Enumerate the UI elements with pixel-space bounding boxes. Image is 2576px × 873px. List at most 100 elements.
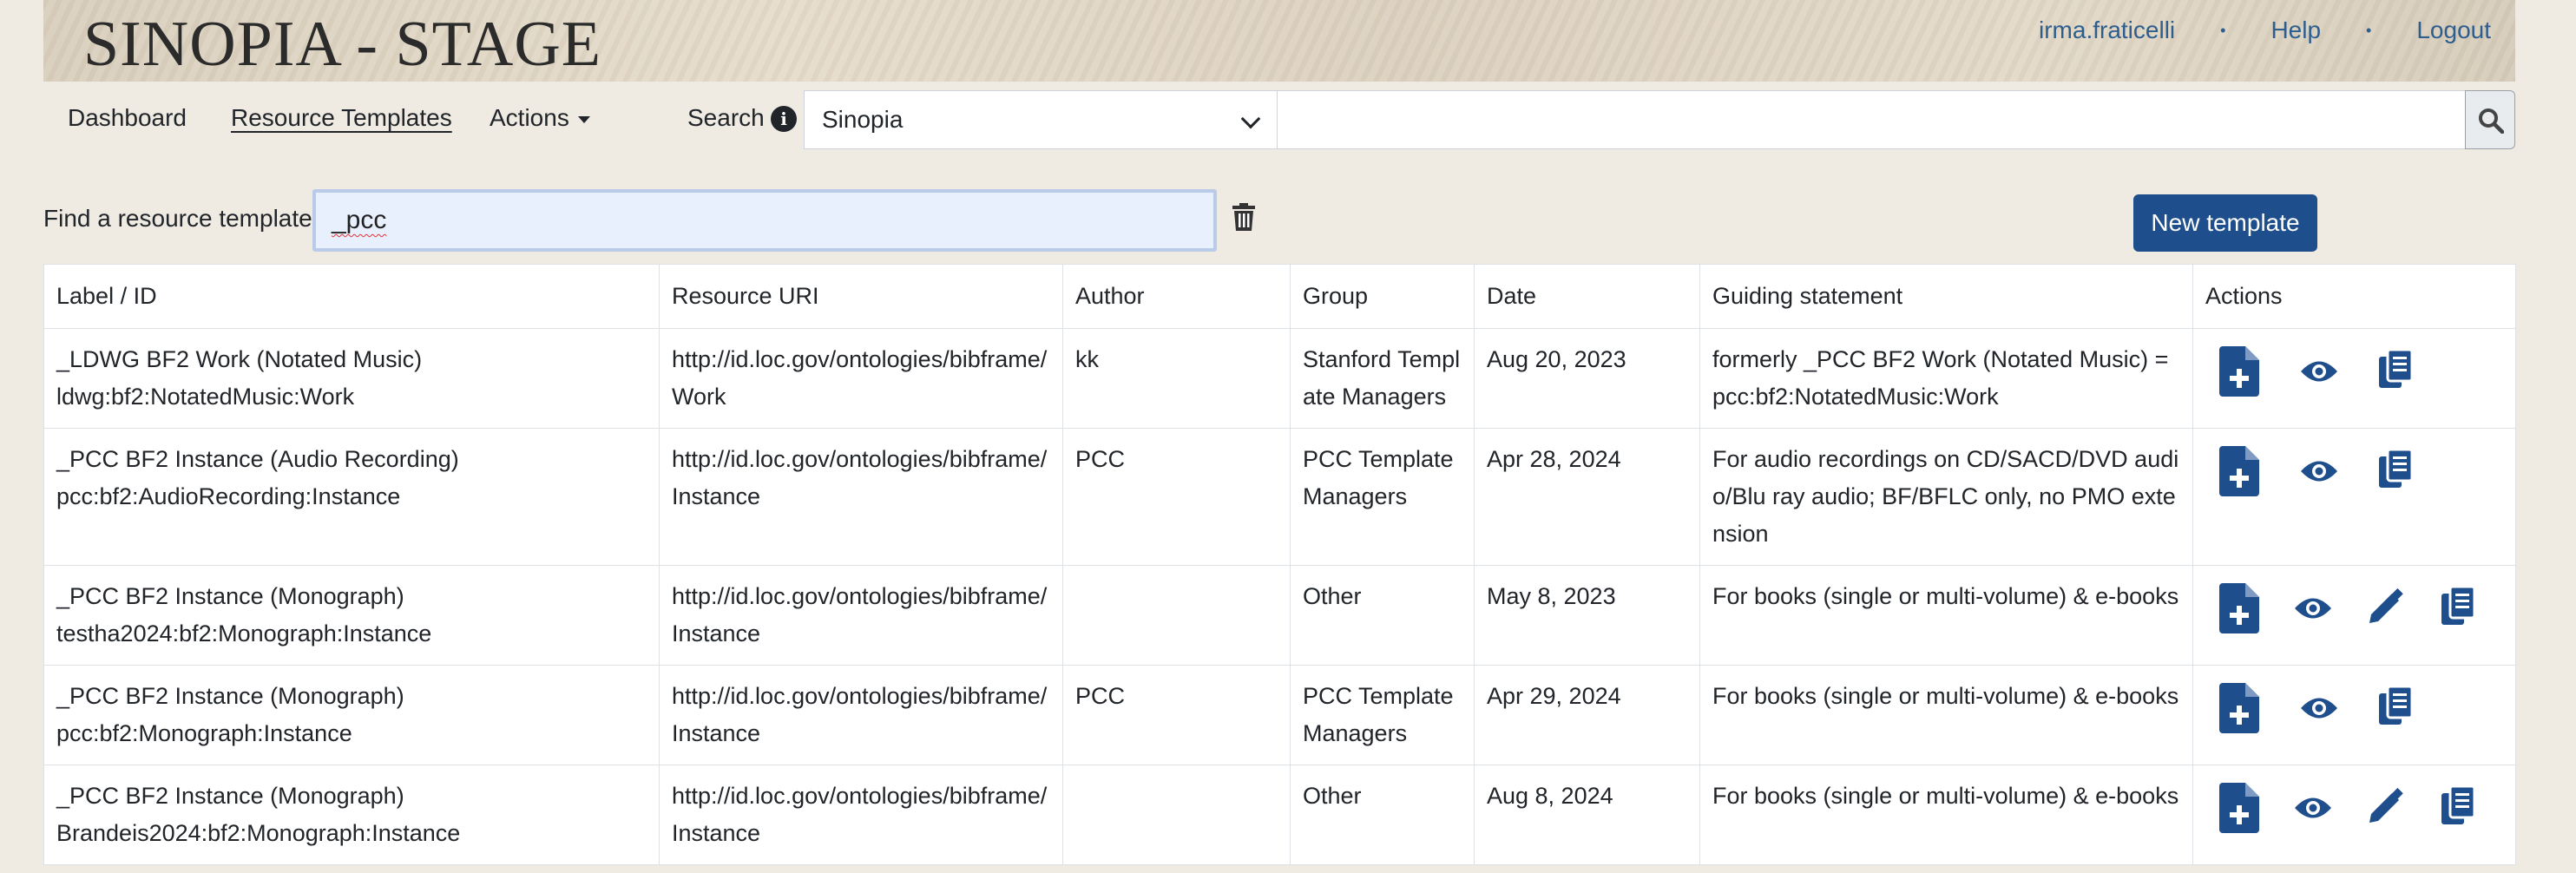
- find-template-label: Find a resource template: [43, 205, 312, 232]
- copy-template-button[interactable]: [2379, 674, 2459, 735]
- author-cell: kk: [1062, 328, 1291, 429]
- eye-icon: [2301, 361, 2337, 382]
- actions-cell: [2192, 428, 2516, 566]
- template-label: _PCC BF2 Instance (Monograph): [56, 683, 404, 709]
- nav-dashboard[interactable]: Dashboard: [68, 104, 187, 132]
- caret-down-icon: [577, 115, 590, 123]
- copy-icon: [2379, 350, 2412, 388]
- new-resource-button[interactable]: [2219, 574, 2293, 635]
- new-resource-button[interactable]: [2219, 338, 2299, 398]
- group-cell: Other: [1290, 565, 1475, 666]
- row-actions: [2193, 566, 2515, 644]
- row-actions: [2193, 429, 2515, 507]
- column-header[interactable]: Label / ID: [43, 264, 660, 329]
- new-resource-button[interactable]: [2219, 774, 2293, 835]
- user-links: irma.fraticelli • Help • Logout: [2039, 0, 2491, 61]
- view-template-button[interactable]: [2299, 338, 2379, 398]
- view-template-button[interactable]: [2299, 437, 2379, 498]
- date-cell: Apr 29, 2024: [1474, 665, 1700, 765]
- logout-link[interactable]: Logout: [2416, 16, 2491, 44]
- find-template-input[interactable]: _pcc: [312, 189, 1217, 252]
- search-icon: [2479, 108, 2504, 134]
- copy-template-button[interactable]: [2379, 437, 2459, 498]
- column-header[interactable]: Resource URI: [659, 264, 1063, 329]
- info-icon[interactable]: i: [771, 106, 797, 132]
- site-title: SINOPIA - STAGE: [83, 9, 601, 80]
- column-header[interactable]: Date: [1474, 264, 1700, 329]
- actions-cell: [2192, 665, 2516, 765]
- page: SINOPIA - STAGE irma.fraticelli • Help •…: [43, 0, 2516, 865]
- guiding-statement-cell: For books (single or multi-volume) & e-b…: [1699, 665, 2193, 765]
- copy-icon: [2441, 587, 2474, 625]
- template-id: pcc:bf2:Monograph:Instance: [56, 720, 352, 746]
- clear-search-button[interactable]: [1220, 189, 1271, 252]
- resource-uri-cell: http://id.loc.gov/ontologies/bibframe/Wo…: [659, 328, 1063, 429]
- nav-actions-dropdown[interactable]: Actions: [490, 104, 590, 132]
- view-template-button[interactable]: [2293, 774, 2367, 835]
- pencil-icon: [2369, 788, 2403, 823]
- main-nav: Dashboard Resource Templates Actions Sea…: [43, 82, 2515, 168]
- template-id: testha2024:bf2:Monograph:Instance: [56, 620, 432, 647]
- guiding-statement-cell: For books (single or multi-volume) & e-b…: [1699, 565, 2193, 666]
- author-cell: PCC: [1062, 428, 1291, 566]
- date-cell: May 8, 2023: [1474, 565, 1700, 666]
- eye-icon: [2295, 598, 2332, 619]
- search-scope-select[interactable]: Sinopia: [804, 90, 1277, 149]
- label-id-cell: _PCC BF2 Instance (Monograph) Brandeis202…: [43, 765, 660, 865]
- guiding-statement-cell: formerly _PCC BF2 Work (Notated Music) =…: [1699, 328, 2193, 429]
- new-resource-button[interactable]: [2219, 674, 2299, 735]
- help-link[interactable]: Help: [2270, 16, 2321, 44]
- search-input[interactable]: [1277, 90, 2466, 149]
- guiding-statement-cell: For books (single or multi-volume) & e-b…: [1699, 765, 2193, 865]
- file-plus-icon: [2219, 683, 2259, 733]
- file-plus-icon: [2219, 346, 2259, 397]
- view-template-button[interactable]: [2293, 574, 2367, 635]
- column-header[interactable]: Guiding statement: [1699, 264, 2193, 329]
- column-header[interactable]: Author: [1062, 264, 1291, 329]
- actions-cell: [2192, 765, 2516, 865]
- template-id: ldwg:bf2:NotatedMusic:Work: [56, 384, 355, 410]
- template-label: _PCC BF2 Instance (Audio Recording): [56, 446, 459, 472]
- column-header[interactable]: Group: [1290, 264, 1475, 329]
- trash-icon: [1232, 203, 1255, 231]
- copy-template-button[interactable]: [2441, 774, 2515, 835]
- file-plus-icon: [2219, 583, 2259, 633]
- guiding-statement-cell: For audio recordings on CD/SACD/DVD audi…: [1699, 428, 2193, 566]
- edit-template-button[interactable]: [2368, 774, 2441, 835]
- template-label: _PCC BF2 Instance (Monograph): [56, 783, 404, 809]
- user-link[interactable]: irma.fraticelli: [2039, 16, 2175, 44]
- header-banner: SINOPIA - STAGE irma.fraticelli • Help •…: [43, 0, 2515, 82]
- author-cell: [1062, 565, 1291, 666]
- resource-uri-cell: http://id.loc.gov/ontologies/bibframe/In…: [659, 565, 1063, 666]
- search-button[interactable]: [2465, 90, 2515, 149]
- table-header-row: Label / ID Resource URI Author Group Dat…: [43, 264, 2516, 329]
- new-resource-button[interactable]: [2219, 437, 2299, 498]
- column-header: Actions: [2192, 264, 2516, 329]
- view-template-button[interactable]: [2299, 674, 2379, 735]
- copy-template-button[interactable]: [2441, 574, 2515, 635]
- separator-dot: •: [2220, 21, 2226, 39]
- find-template-value: _pcc: [332, 206, 387, 234]
- edit-template-button[interactable]: [2368, 574, 2441, 635]
- date-cell: Apr 28, 2024: [1474, 428, 1700, 566]
- group-cell: PCC Template Managers: [1290, 428, 1475, 566]
- template-id: Brandeis2024:bf2:Monograph:Instance: [56, 820, 461, 846]
- group-cell: PCC Template Managers: [1290, 665, 1475, 765]
- author-cell: [1062, 765, 1291, 865]
- label-id-cell: _PCC BF2 Instance (Audio Recording) pcc:b…: [43, 428, 660, 566]
- templates-table: Label / ID Resource URI Author Group Dat…: [43, 264, 2516, 865]
- copy-template-button[interactable]: [2379, 338, 2459, 398]
- copy-icon: [2379, 686, 2412, 725]
- copy-icon: [2379, 450, 2412, 488]
- label-id-cell: _PCC BF2 Instance (Monograph) testha2024:…: [43, 565, 660, 666]
- row-actions: [2193, 329, 2515, 407]
- new-template-button[interactable]: New template: [2133, 194, 2317, 252]
- resource-uri-cell: http://id.loc.gov/ontologies/bibframe/In…: [659, 765, 1063, 865]
- eye-icon: [2301, 698, 2337, 719]
- resource-uri-cell: http://id.loc.gov/ontologies/bibframe/In…: [659, 665, 1063, 765]
- actions-cell: [2192, 328, 2516, 429]
- nav-resource-templates[interactable]: Resource Templates: [231, 104, 452, 132]
- table-row: _PCC BF2 Instance (Audio Recording) pcc:b…: [43, 428, 2516, 566]
- template-label: _PCC BF2 Instance (Monograph): [56, 583, 404, 609]
- template-label: _LDWG BF2 Work (Notated Music): [56, 346, 423, 372]
